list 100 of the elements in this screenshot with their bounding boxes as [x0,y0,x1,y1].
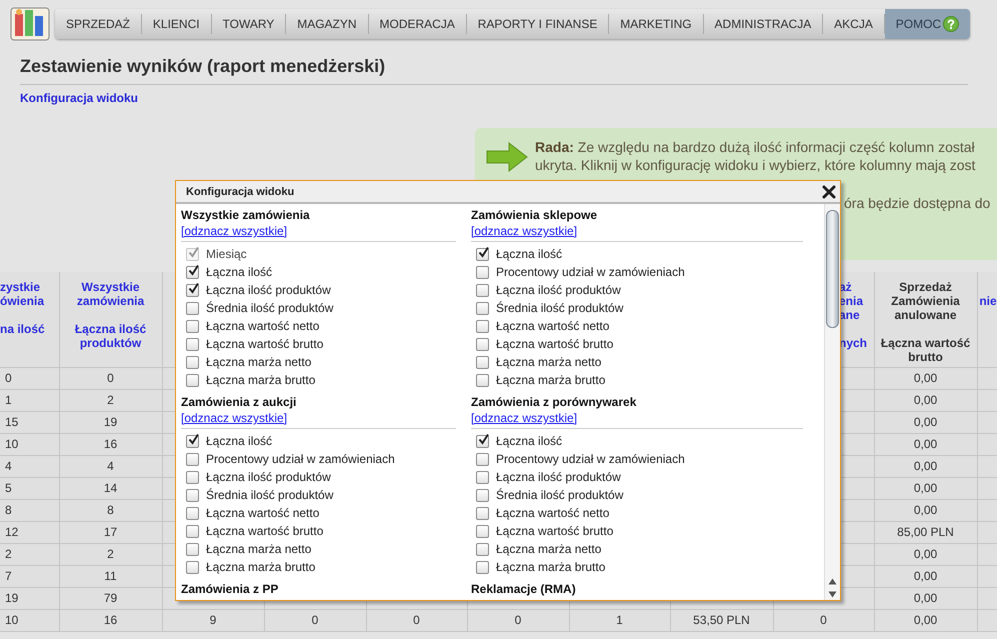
table-cell-text: 4 [4,458,13,475]
column-header: Sprzedaż Zamówienia anulowane Łączna wartość brutto [880,279,972,366]
scroll-up-icon[interactable] [828,578,837,585]
checkbox[interactable] [186,470,199,484]
menu-item[interactable]: MAGAZYN [286,9,368,39]
table-cell-text: 17 [102,524,118,541]
checkbox[interactable] [476,374,489,386]
menu-item[interactable]: MARKETING [609,9,703,39]
option-label: Łączna ilość [496,434,562,448]
checkbox[interactable] [476,302,489,314]
checkbox[interactable] [186,434,199,448]
dialog-title: Konfiguracja widoku [186,186,294,198]
checkbox[interactable] [186,320,199,332]
checkbox[interactable] [476,338,489,350]
checkbox[interactable] [186,452,199,466]
option-label: Łączna wartość netto [496,319,610,333]
menu-item[interactable]: MODERACJA [368,9,466,39]
table-cell-text: 2 [106,392,115,409]
table-cell-text: 0,00 [912,546,938,563]
scroll-down-icon[interactable] [828,591,837,598]
option-label: Łączna wartość netto [206,506,320,520]
option-label: Łączna marża netto [496,355,602,369]
uncheck-all-link[interactable]: [odznacz wszystkie] [471,411,578,425]
checkbox[interactable] [476,488,489,502]
section-title: Wszystkie zamówienia [181,208,310,222]
option-label: Procentowy udział w zamówieniach [496,265,685,279]
table-cell-text: 2 [4,546,13,563]
checkbox[interactable] [476,356,489,368]
table-cell-text: 10 [4,436,20,453]
table-cell-text: 0 [4,370,13,387]
option-label: Łączna marża brutto [496,373,606,387]
table-cell-text: 16 [102,436,118,453]
checkbox[interactable] [186,356,199,368]
table-cell-text: 16 [102,612,118,629]
checkbox[interactable] [476,284,489,296]
menu-item[interactable]: TOWARY [212,9,286,39]
checkbox[interactable] [476,248,489,260]
table-cell-text: 9 [208,612,218,629]
menu-item[interactable]: POMOC [884,9,970,39]
table-cell-text: 0,00 [912,392,938,409]
table-cell-text: 0,00 [912,612,938,629]
checkbox[interactable] [186,506,199,520]
option-label: Procentowy udział w zamówieniach [496,452,685,466]
table-cell-text: 79 [102,590,118,607]
checkbox[interactable] [186,302,199,314]
checkbox[interactable] [476,524,489,538]
checkbox[interactable] [476,542,489,556]
arrow-icon [485,141,529,173]
table-cell-text: 5 [4,480,13,497]
checkbox[interactable] [476,266,489,278]
checkbox[interactable] [186,284,199,296]
menu-item[interactable]: KLIENCI [142,9,211,39]
option-label: Łączna ilość [206,265,272,279]
table-cell-text: 2 [106,546,115,563]
menu-item[interactable]: SPRZEDAŻ [55,9,141,39]
checkbox[interactable] [476,320,489,332]
table-cell-text: 7 [4,568,13,585]
checkbox[interactable] [476,506,489,520]
checkbox[interactable] [476,452,489,466]
checkbox[interactable] [186,488,199,502]
column-header[interactable]: nie [977,272,997,368]
view-config-link[interactable]: Konfiguracja widoku [20,91,138,105]
checkbox[interactable] [476,560,489,574]
table-cell-text: 0,00 [912,502,938,519]
uncheck-all-link[interactable]: [odznacz wszystkie] [181,411,288,425]
option-label: Łączna ilość produktów [496,470,621,484]
checkbox[interactable] [476,434,489,448]
checkbox[interactable] [186,524,199,538]
option-label: Łączna marża netto [206,542,312,556]
table-cell-text: 0,00 [912,568,938,585]
option-label: Łączna marża brutto [206,560,316,574]
scrollbar[interactable] [824,204,840,600]
checkbox[interactable] [186,338,199,350]
close-icon[interactable] [822,184,836,198]
tip-text: óra będzie dostępna do [844,194,990,212]
column-header[interactable]: Wszystkie zamówienia Łączna ilość produktów [59,272,162,368]
option-label: Łączna ilość produktów [496,283,621,297]
scroll-thumb[interactable] [826,210,839,328]
table-cell-text: 1 [4,392,13,409]
uncheck-all-link[interactable]: [odznacz wszystkie] [471,224,578,238]
column-header[interactable]: zystkie ówienia na ilość [0,272,59,368]
table-cell-text: 15 [4,414,20,431]
checkbox[interactable] [186,542,199,556]
uncheck-all-link[interactable]: [odznacz wszystkie] [181,224,288,238]
checkbox[interactable] [186,266,199,278]
tip-text: ukryta. Kliknij w konfigurację widoku i wybierz, które kolumny mają zost [535,156,976,174]
checkbox[interactable] [186,374,199,386]
checkbox[interactable] [476,470,489,484]
menu-item[interactable]: ADMINISTRACJA [704,9,822,39]
option-label: Łączna marża netto [206,355,312,369]
option-label: Procentowy udział w zamówieniach [206,452,395,466]
table-cell-text: 0,00 [912,436,938,453]
table-cell-text: 0 [106,370,115,387]
option-label: Łączna ilość [206,434,272,448]
table-cell-text: 0 [310,612,320,629]
checkbox[interactable] [186,560,199,574]
menu-item[interactable]: AKCJA [823,9,884,39]
table-cell-text: 0,00 [912,590,938,607]
option-label: Miesiąc [206,247,247,261]
menu-item[interactable]: RAPORTY I FINANSE [466,9,608,39]
